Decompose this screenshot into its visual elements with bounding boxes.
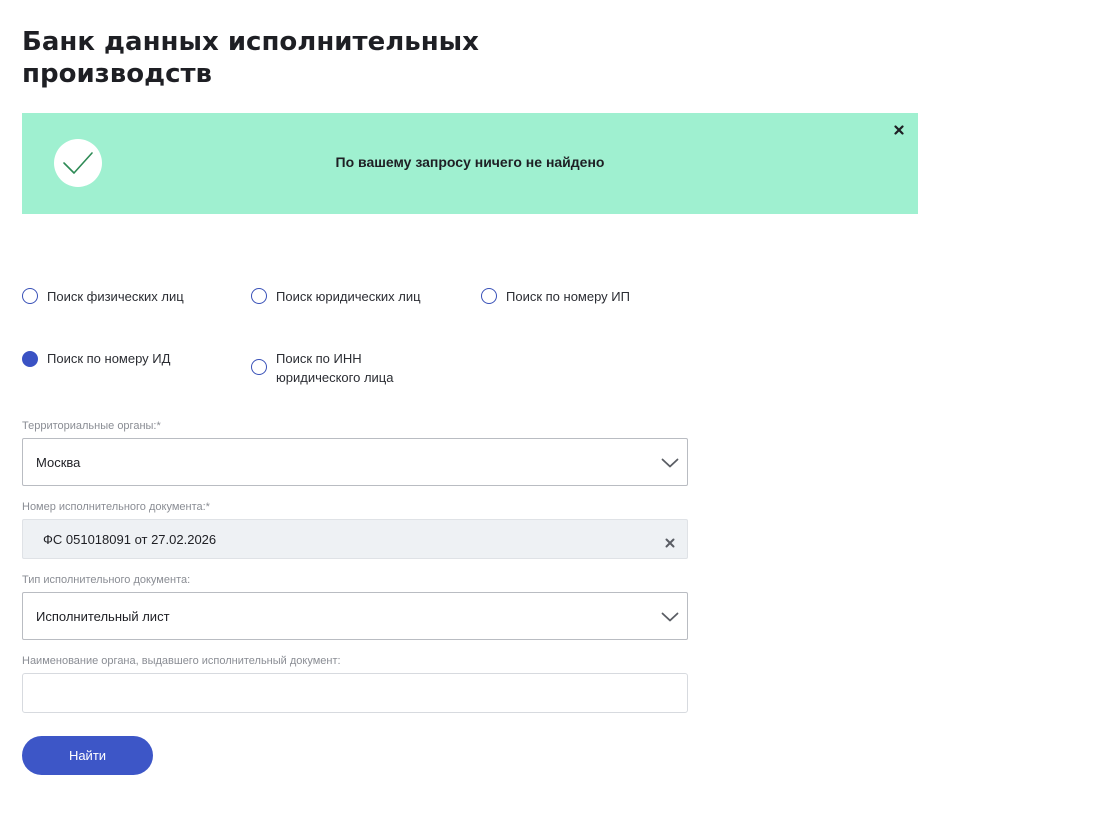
close-icon[interactable] bbox=[892, 123, 906, 137]
territorial-body-value: Москва bbox=[36, 455, 81, 470]
issuing-body-input[interactable] bbox=[22, 673, 688, 713]
notification-message: По вашему запросу ничего не найдено bbox=[335, 154, 605, 170]
radio-label: Поиск юридических лиц bbox=[276, 289, 421, 304]
radio-label: Поиск по номеру ИД bbox=[47, 351, 171, 366]
issuing-body-label: Наименование органа, выдавшего исполните… bbox=[22, 655, 341, 667]
territorial-body-select[interactable]: Москва bbox=[22, 438, 688, 486]
radio-label: Поиск по номеру ИП bbox=[506, 289, 630, 304]
document-number-value: ФС 051018091 от 27.02.2026 bbox=[43, 532, 217, 547]
search-button[interactable]: Найти bbox=[22, 736, 153, 775]
radio-label: Поиск физических лиц bbox=[47, 289, 184, 304]
radio-circle[interactable] bbox=[481, 288, 497, 304]
document-type-value: Исполнительный лист bbox=[36, 609, 170, 624]
chevron-down-icon bbox=[661, 458, 679, 468]
page-title: Банк данных исполнительных производств bbox=[22, 27, 479, 89]
document-type-label: Тип исполнительного документа: bbox=[22, 574, 191, 586]
document-number-field[interactable]: ФС 051018091 от 27.02.2026 bbox=[22, 519, 688, 559]
chevron-down-icon bbox=[661, 612, 679, 622]
notification-banner: По вашему запросу ничего не найдено bbox=[22, 113, 918, 214]
document-type-select[interactable]: Исполнительный лист bbox=[22, 592, 688, 640]
territorial-body-label: Территориальные органы:* bbox=[22, 420, 161, 432]
radio-label: Поиск по ИНН юридического лица bbox=[276, 351, 394, 385]
clear-icon[interactable] bbox=[665, 538, 675, 548]
radio-circle[interactable] bbox=[22, 288, 38, 304]
radio-circle[interactable] bbox=[251, 288, 267, 304]
radio-circle-checked[interactable] bbox=[22, 351, 38, 367]
document-number-label: Номер исполнительного документа:* bbox=[22, 501, 210, 513]
radio-circle[interactable] bbox=[251, 359, 267, 375]
